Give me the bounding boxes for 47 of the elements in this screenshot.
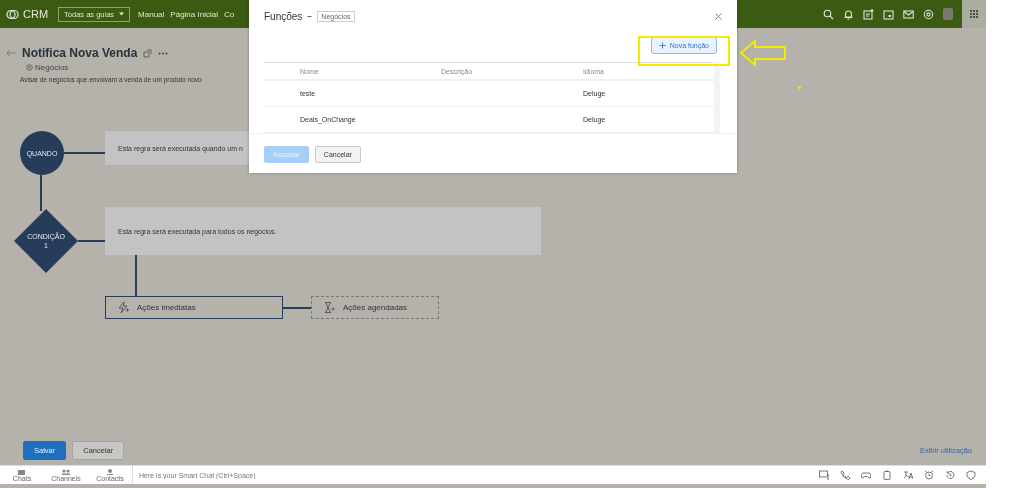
people-icon[interactable] [61, 468, 71, 475]
nav-tab[interactable]: Co [223, 9, 235, 19]
search-icon[interactable] [823, 8, 834, 20]
scrollbar[interactable] [714, 62, 720, 133]
action-label: Ações imediatas [137, 303, 196, 312]
connector-line [78, 240, 105, 242]
gamepad-icon[interactable] [861, 470, 871, 480]
nav-tab[interactable]: Página Inicial [170, 9, 218, 19]
dash-icon [307, 14, 313, 20]
diamond-shape [14, 209, 78, 273]
bell-icon[interactable] [843, 8, 854, 20]
mail-icon[interactable] [903, 8, 914, 20]
annotation-dot [798, 86, 801, 89]
arrow-annotation [739, 39, 787, 67]
rule-title: Notifica Nova Venda [22, 46, 138, 60]
more-icon[interactable] [158, 51, 169, 55]
person-icon[interactable] [105, 468, 115, 475]
settings-icon[interactable] [923, 8, 934, 20]
close-icon[interactable] [715, 13, 722, 21]
alarm-clock-icon[interactable] [924, 470, 934, 480]
connector-line [40, 175, 42, 211]
history-icon[interactable] [945, 470, 955, 480]
phone-icon[interactable] [840, 470, 850, 480]
connector-line [135, 255, 137, 296]
nav-tab[interactable]: Manual [138, 9, 165, 19]
popout-icon[interactable] [143, 48, 153, 58]
module-name: Negócios [35, 63, 69, 72]
shield-icon[interactable] [966, 470, 976, 480]
clipboard-icon[interactable] [882, 470, 892, 480]
hourglass-plus-icon [324, 302, 335, 313]
action-label: Ações agendadas [343, 303, 408, 312]
rings-icon [6, 8, 19, 20]
immediate-actions-box[interactable]: Ações imediatas [105, 296, 283, 319]
apps-button[interactable] [962, 0, 986, 28]
translate-icon[interactable] [903, 470, 913, 480]
monitor-icon[interactable] [819, 470, 829, 480]
scheduled-actions-box[interactable]: Ações agendadas [311, 296, 439, 319]
grid-icon [970, 10, 978, 18]
dialog-title: Funções [264, 11, 303, 23]
lightning-plus-icon [118, 302, 129, 313]
app-name[interactable]: CRM [23, 8, 49, 20]
connector-line [283, 307, 311, 309]
calendar-icon[interactable] [883, 8, 894, 20]
plus-icon [658, 41, 666, 49]
note-add-icon[interactable] [863, 8, 874, 20]
connector-line [64, 152, 105, 154]
caret-icon [119, 12, 125, 16]
